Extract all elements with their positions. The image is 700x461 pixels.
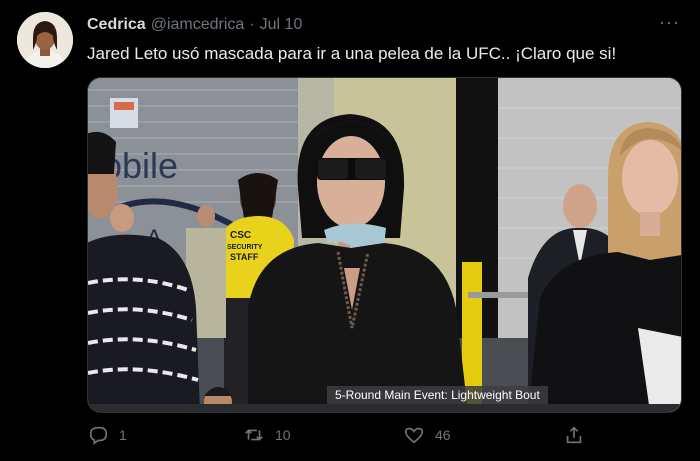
reply-icon (89, 426, 108, 445)
tweet-header: Cedrica @iamcedrica · Jul 10 (87, 16, 302, 34)
share-icon (566, 426, 582, 444)
more-options-icon[interactable]: ··· (659, 12, 680, 33)
vest-text-3: STAFF (230, 252, 259, 262)
media-photo: obile A CSC SECURITY STAFF (88, 78, 681, 412)
tweet[interactable]: Cedrica @iamcedrica · Jul 10 ··· Jared L… (0, 0, 700, 461)
avatar[interactable] (17, 12, 73, 68)
tweet-actions: 1 10 46 (87, 424, 680, 450)
vest-text-1: CSC (230, 230, 251, 241)
like-count: 46 (435, 427, 451, 443)
tweet-date[interactable]: Jul 10 (260, 16, 303, 34)
tweet-media-image[interactable]: obile A CSC SECURITY STAFF (87, 77, 682, 413)
vest-text-2: SECURITY (227, 244, 263, 251)
retweet-count: 10 (275, 427, 291, 443)
retweet-button[interactable]: 10 (243, 424, 291, 446)
tweet-text: Jared Leto usó mascada para ir a una pel… (87, 44, 617, 63)
retweet-icon (245, 429, 263, 441)
avatar-image (17, 12, 73, 68)
video-caption: 5-Round Main Event: Lightweight Bout (327, 386, 548, 404)
author-name[interactable]: Cedrica (87, 16, 146, 34)
separator-dot: · (249, 16, 255, 33)
heart-icon (404, 427, 424, 444)
reply-count: 1 (119, 427, 127, 443)
reply-button[interactable]: 1 (87, 424, 127, 446)
share-button[interactable] (563, 424, 585, 446)
author-handle[interactable]: @iamcedrica (151, 16, 245, 34)
like-button[interactable]: 46 (403, 424, 451, 446)
